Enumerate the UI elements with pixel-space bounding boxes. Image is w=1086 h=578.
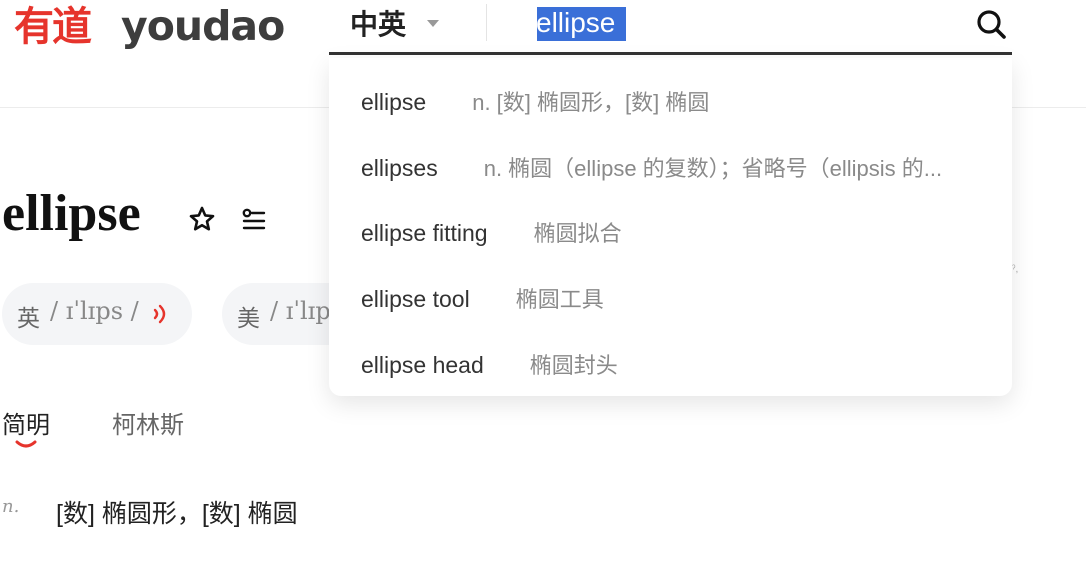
logo-wordmark[interactable]: youdao <box>121 2 285 50</box>
suggestion-word: ellipse fitting <box>361 220 488 246</box>
search-underline <box>329 52 1012 55</box>
language-select[interactable]: 中英 <box>350 7 406 43</box>
suggestion-meaning: n. 椭圆（ellipse 的复数）；省略号（ellipsis 的... <box>483 156 943 181</box>
suggestion-meaning: 椭圆封头 <box>529 353 618 378</box>
suggestion-item[interactable]: ellipse n. [数] 椭圆形，[数] 椭圆 <box>361 82 1001 122</box>
logo-chinese[interactable]: 有道 <box>14 4 92 50</box>
suggestion-item[interactable]: ellipses n. 椭圆（ellipse 的复数）；省略号（ellipsis … <box>361 148 1001 188</box>
phonetic-uk[interactable]: 英 / ɪˈlɪps / <box>2 283 192 345</box>
wordlist-icon[interactable] <box>240 207 268 233</box>
suggestion-word: ellipse tool <box>361 286 470 312</box>
suggestion-word: ellipses <box>361 155 438 181</box>
definition-text: [数] 椭圆形，[数] 椭圆 <box>56 500 298 528</box>
star-icon[interactable] <box>188 205 216 233</box>
search-input[interactable] <box>536 6 956 40</box>
suggestion-meaning: 椭圆拟合 <box>533 221 622 246</box>
divider <box>486 4 487 41</box>
suggestion-item[interactable]: ellipse head 椭圆封头 <box>361 345 1001 385</box>
phonetic-label: 英 <box>17 305 40 331</box>
phonetic-label: 美 <box>237 305 260 331</box>
phonetic-ipa: / ɪˈlɪps / <box>50 297 139 325</box>
speaker-icon[interactable] <box>150 303 170 325</box>
search-icon[interactable] <box>975 8 1007 40</box>
suggestion-word: ellipse head <box>361 352 484 378</box>
entry-word: ellipse <box>2 185 141 242</box>
active-tab-indicator <box>15 440 37 448</box>
part-of-speech: n. <box>2 496 20 517</box>
suggestion-meaning: 椭圆工具 <box>515 287 604 312</box>
suggestion-item[interactable]: ellipse fitting 椭圆拟合 <box>361 213 1001 253</box>
chevron-down-icon[interactable] <box>427 20 439 27</box>
decorative-mark: ˀ, <box>1012 264 1019 275</box>
suggestion-word: ellipse <box>361 89 427 115</box>
suggestion-item[interactable]: ellipse tool 椭圆工具 <box>361 279 1001 319</box>
suggestion-dropdown: ellipse n. [数] 椭圆形，[数] 椭圆 ellipses n. 椭圆（e… <box>329 58 1012 396</box>
tab-collins[interactable]: 柯林斯 <box>112 410 184 442</box>
suggestion-meaning: n. [数] 椭圆形，[数] 椭圆 <box>472 90 710 115</box>
